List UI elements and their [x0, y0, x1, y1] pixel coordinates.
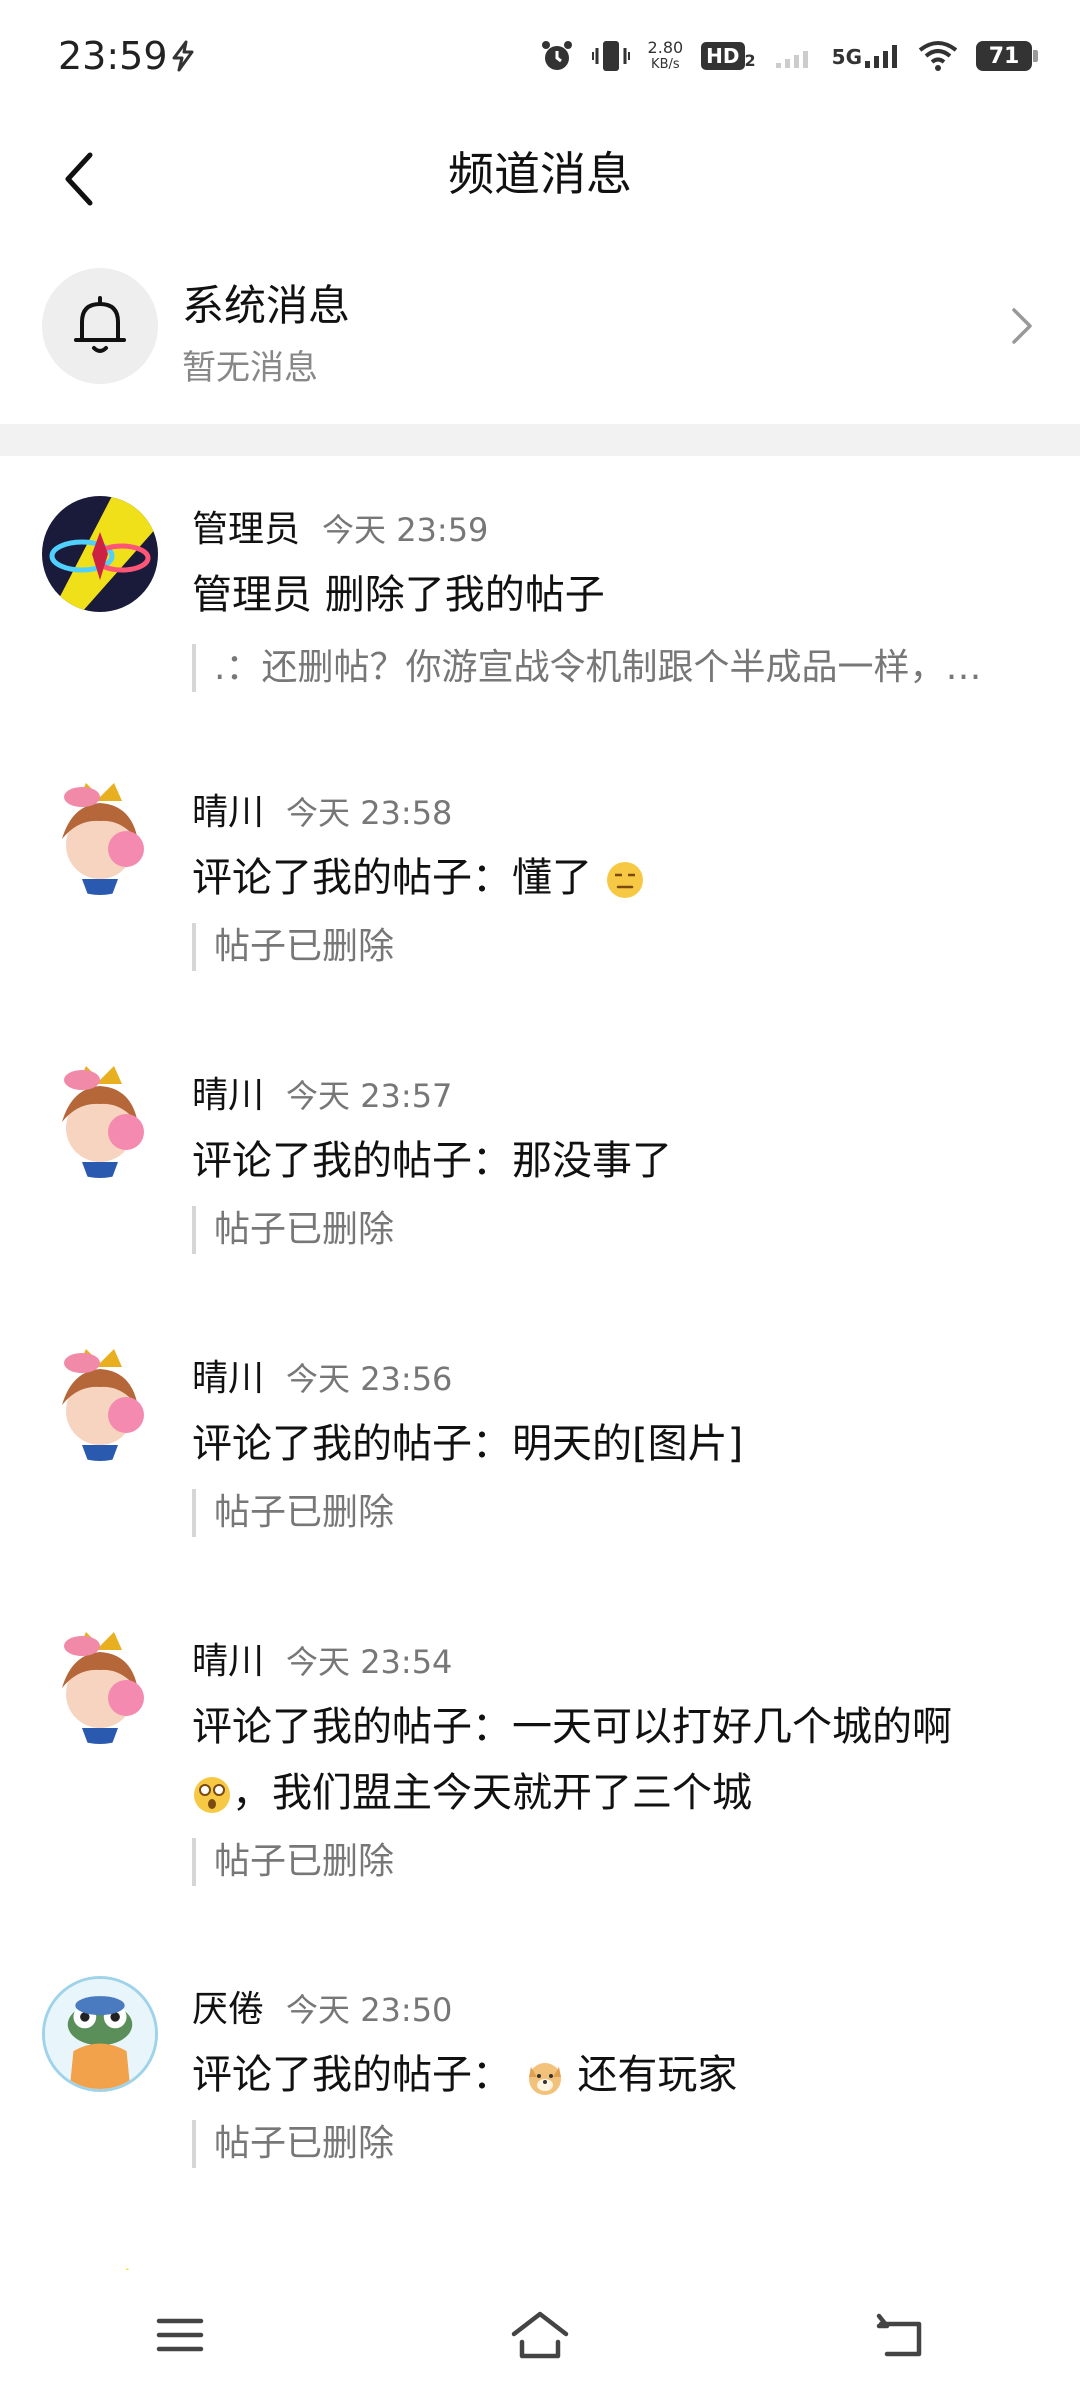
timestamp: 今天 23:58	[286, 794, 453, 832]
notification-meta: 晴川 今天 23:56	[192, 1349, 452, 1401]
notification-item[interactable]: 晴川 今天 23:54 评论了我的帖子：一天可以打好几个城的啊 ，我们盟主今天就…	[0, 1588, 1080, 1936]
anime-avatar-image	[42, 1628, 158, 1744]
signal-empty-icon	[775, 51, 808, 68]
timestamp: 今天 23:50	[286, 1991, 453, 2029]
system-message-title: 系统消息	[182, 281, 351, 330]
notification-item[interactable]: 管理员 今天 23:59 管理员 删除了我的帖子 .：还删帖？你游宣战令机制跟个…	[0, 456, 1080, 739]
username[interactable]: 管理员	[192, 500, 300, 552]
notification-meta: 晴川 今天 23:58	[192, 783, 452, 835]
signal-icon	[865, 45, 897, 68]
home-button[interactable]	[470, 2285, 610, 2385]
username[interactable]: 晴川	[192, 783, 264, 835]
network-speed: 2.80 KB/s	[648, 39, 684, 73]
system-avatar	[42, 268, 158, 384]
action-text-continued: ，我们盟主今天就开了三个城	[232, 1770, 752, 1816]
notification-action: 评论了我的帖子：懂了	[192, 845, 1032, 911]
avatar[interactable]	[42, 1976, 158, 2092]
notification-item[interactable]: 晴川 今天 23:58 评论了我的帖子：懂了 帖子已删除	[0, 739, 1080, 1022]
system-message-subtitle: 暂无消息	[182, 348, 318, 388]
notification-item[interactable]: 厌倦 今天 23:50 评论了我的帖子： 还有玩家 帖子已删除	[0, 1936, 1080, 2219]
quoted-post[interactable]: 帖子已删除	[192, 2120, 1034, 2168]
avatar[interactable]	[42, 1062, 158, 1178]
frog-avatar-image	[45, 1979, 155, 2089]
return-icon	[876, 2313, 922, 2357]
hd-indicator: HD 2	[701, 42, 756, 70]
page-title: 频道消息	[448, 147, 632, 201]
avatar[interactable]	[42, 1628, 158, 1744]
notification-item[interactable]: 晴川 今天 23:57 评论了我的帖子：那没事了 帖子已删除	[0, 1022, 1080, 1305]
battery-indicator: 71	[976, 41, 1038, 71]
doge-emoji-icon	[528, 2063, 561, 2095]
wifi-icon	[918, 41, 958, 71]
hd-sub: 2	[744, 51, 756, 70]
status-time: 23:59	[58, 34, 168, 78]
anime-avatar-image	[42, 1062, 158, 1178]
home-icon	[511, 2311, 569, 2359]
quoted-post[interactable]: 帖子已删除	[192, 1206, 1034, 1254]
avatar[interactable]	[42, 496, 158, 612]
avatar[interactable]	[42, 779, 158, 895]
network-label: 5G	[831, 45, 862, 69]
notification-action: 评论了我的帖子：明天的[图片]	[192, 1421, 744, 1467]
anime-avatar-image	[42, 1345, 158, 1461]
notification-action: 评论了我的帖子：那没事了	[192, 1138, 672, 1184]
timestamp: 今天 23:54	[286, 1643, 453, 1681]
username[interactable]: 晴川	[192, 1066, 264, 1118]
quoted-post[interactable]: 帖子已删除	[192, 1489, 1034, 1537]
notification-meta: 晴川 今天 23:54	[192, 1632, 452, 1684]
quoted-post[interactable]: 帖子已删除	[192, 923, 1034, 971]
action-text: 评论了我的帖子：	[192, 2052, 512, 2098]
net-speed-unit: KB/s	[651, 57, 680, 72]
system-message-row[interactable]: 系统消息 暂无消息	[0, 258, 1080, 424]
action-text: 评论了我的帖子：一天可以打好几个城的啊	[192, 1704, 952, 1750]
quoted-post[interactable]: 帖子已删除	[192, 1838, 1034, 1886]
admin-avatar-image	[42, 496, 158, 612]
system-nav-bar	[0, 2270, 1080, 2400]
action-text: 评论了我的帖子：懂了	[192, 855, 592, 901]
smirk-emoji-icon	[606, 862, 643, 898]
action-text-continued: 还有玩家	[577, 2052, 738, 2098]
anime-avatar-image	[42, 779, 158, 895]
section-divider	[0, 424, 1080, 456]
quoted-post[interactable]: .：还删帖？你游宣战令机制跟个半成品一样，…	[192, 644, 1034, 692]
alarm-icon	[541, 41, 572, 70]
signal-5g: 5G	[832, 43, 900, 69]
notification-meta: 晴川 今天 23:57	[192, 1066, 452, 1118]
charging-bolt-icon	[172, 40, 194, 72]
username[interactable]: 晴川	[192, 1349, 264, 1401]
back-nav-button[interactable]	[830, 2285, 970, 2385]
notification-action: 评论了我的帖子：一天可以打好几个城的啊 ，我们盟主今天就开了三个城	[192, 1694, 1032, 1826]
menu-button[interactable]	[110, 2285, 250, 2385]
notification-item[interactable]: 晴川 今天 23:56 评论了我的帖子：明天的[图片] 帖子已删除	[0, 1305, 1080, 1588]
notification-action: 管理员 删除了我的帖子	[192, 572, 605, 618]
bell-icon	[74, 296, 126, 353]
chevron-right-icon	[1012, 308, 1032, 344]
hd-label: HD	[701, 42, 745, 70]
timestamp: 今天 23:59	[322, 511, 489, 549]
notification-meta: 管理员 今天 23:59	[192, 500, 488, 552]
status-bar: 23:59 2.80 KB/s HD 2 5G 71	[0, 0, 1080, 118]
net-speed-value: 2.80	[647, 38, 684, 57]
avatar[interactable]	[42, 1345, 158, 1461]
status-indicators: 2.80 KB/s HD 2 5G 71	[540, 34, 1038, 78]
timestamp: 今天 23:57	[286, 1077, 453, 1115]
vibrate-icon	[591, 41, 630, 71]
username[interactable]: 晴川	[192, 1632, 264, 1684]
notification-list: 管理员 今天 23:59 管理员 删除了我的帖子 .：还删帖？你游宣战令机制跟个…	[0, 456, 1080, 2219]
notification-action: 评论了我的帖子： 还有玩家	[192, 2042, 1032, 2108]
header: 频道消息	[0, 118, 1080, 258]
surprised-emoji-icon	[194, 1777, 230, 1813]
notification-meta: 厌倦 今天 23:50	[192, 1980, 452, 2032]
timestamp: 今天 23:56	[286, 1360, 453, 1398]
username[interactable]: 厌倦	[192, 1980, 264, 2032]
menu-icon	[156, 2318, 204, 2352]
